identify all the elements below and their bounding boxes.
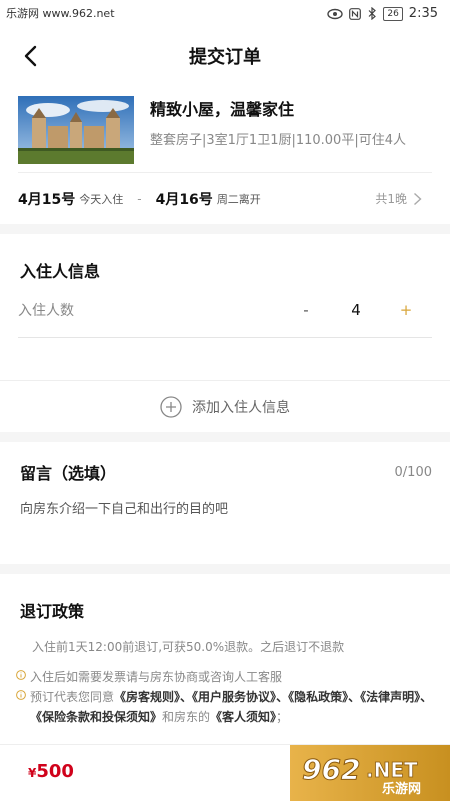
add-guest-button[interactable]: 添加入住人信息 bbox=[0, 380, 450, 432]
bluetooth-icon bbox=[368, 7, 377, 20]
total-price: ¥500 bbox=[28, 761, 74, 782]
eye-icon bbox=[327, 8, 344, 19]
chevron-right-icon bbox=[414, 192, 422, 205]
site-logo: 962 .NET 乐游网 bbox=[302, 753, 422, 796]
increase-button[interactable]: + bbox=[396, 301, 416, 319]
nav-bar: 提交订单 bbox=[0, 32, 450, 80]
invoice-note-text: 入住后如需要发票请与房东协商或咨询人工客服 bbox=[30, 670, 283, 684]
status-time: 2:35 bbox=[408, 6, 438, 21]
status-icons: 26 2:35 bbox=[327, 6, 438, 21]
message-input[interactable]: 向房东介绍一下自己和出行的目的吧 bbox=[20, 484, 430, 564]
date-range-row[interactable]: 4月15号 今天入住 - 4月16号 周二离开 共1晚 bbox=[18, 172, 432, 224]
submit-order-button[interactable]: 962 .NET 乐游网 bbox=[290, 745, 450, 801]
nfc-icon bbox=[349, 7, 362, 20]
checkout-label: 周二离开 bbox=[216, 192, 261, 206]
battery-icon: 26 bbox=[383, 6, 403, 21]
listing-description: 整套房子|3室1厅1卫1厨|110.00平|可住4人 bbox=[150, 133, 406, 148]
date-separator: - bbox=[137, 191, 142, 206]
policy-title: 退订政策 bbox=[20, 602, 85, 621]
decrease-button[interactable]: - bbox=[296, 301, 316, 319]
info-icon bbox=[16, 670, 26, 680]
policy-notes: 入住后如需要发票请与房东协商或咨询人工客服 预订代表您同意《房客规则》、《用户服… bbox=[0, 655, 450, 727]
checkin-date: 4月15号 bbox=[18, 191, 76, 208]
plus-circle-icon bbox=[160, 395, 182, 418]
agreement-end: ； bbox=[276, 710, 289, 724]
guest-count-stepper: - 4 + bbox=[296, 301, 416, 319]
link-privacy-policy[interactable]: 《隐私政策》 bbox=[288, 690, 348, 704]
section-divider bbox=[0, 564, 450, 574]
link-guest-rules[interactable]: 《房客规则》 bbox=[114, 690, 180, 704]
guest-count-value: 4 bbox=[351, 300, 361, 319]
listing-name: 精致小屋，温馨家住 bbox=[150, 100, 295, 119]
watermark: 乐游网 www.962.net bbox=[6, 7, 115, 20]
checkin-label: 今天入住 bbox=[79, 192, 124, 206]
link-legal-notice[interactable]: 《法律声明》 bbox=[360, 690, 420, 704]
link-insurance-terms[interactable]: 《保险条款和投保须知》 bbox=[30, 710, 162, 724]
page-title: 提交订单 bbox=[189, 47, 261, 68]
listing-photo bbox=[18, 96, 134, 164]
back-arrow-icon[interactable] bbox=[18, 42, 46, 70]
refund-rule: 入住前1天12:00前退订,可获50.0%退款。之后退订不退款 bbox=[32, 640, 345, 654]
agreement-note: 预订代表您同意《房客规则》、《用户服务协议》、《隐私政策》、《法律声明》、《保险… bbox=[16, 687, 436, 727]
add-guest-label: 添加入住人信息 bbox=[192, 399, 290, 416]
message-counter: 0/100 bbox=[394, 464, 432, 480]
status-bar: 乐游网 www.962.net 26 2:35 bbox=[0, 0, 450, 32]
agreement-mid: 和房东的 bbox=[162, 710, 211, 724]
section-divider bbox=[0, 432, 450, 442]
svg-text:乐游网: 乐游网 bbox=[382, 781, 421, 795]
nights-count: 共1晚 bbox=[375, 192, 407, 206]
agreement-prefix: 预订代表您同意 bbox=[30, 690, 115, 704]
svg-text:.NET: .NET bbox=[366, 758, 418, 782]
price-amount: 500 bbox=[36, 761, 74, 782]
message-title: 留言（选填） bbox=[20, 464, 117, 483]
guest-count-label: 入住人数 bbox=[18, 302, 74, 319]
section-divider bbox=[0, 224, 450, 234]
guest-section-title: 入住人信息 bbox=[20, 262, 101, 281]
invoice-note: 入住后如需要发票请与房东协商或咨询人工客服 bbox=[16, 667, 436, 687]
listing-card[interactable]: 精致小屋，温馨家住 整套房子|3室1厅1卫1厨|110.00平|可住4人 bbox=[0, 80, 450, 172]
guest-count-row: 入住人数 - 4 + bbox=[18, 282, 432, 338]
link-user-agreement[interactable]: 《用户服务协议》 bbox=[192, 690, 276, 704]
info-icon bbox=[16, 690, 26, 700]
checkout-date: 4月16号 bbox=[155, 191, 213, 208]
link-guest-notice[interactable]: 《客人须知》 bbox=[210, 710, 276, 724]
bottom-bar: ¥500 962 .NET 乐游网 bbox=[0, 744, 450, 801]
svg-text:962: 962 bbox=[302, 753, 360, 786]
